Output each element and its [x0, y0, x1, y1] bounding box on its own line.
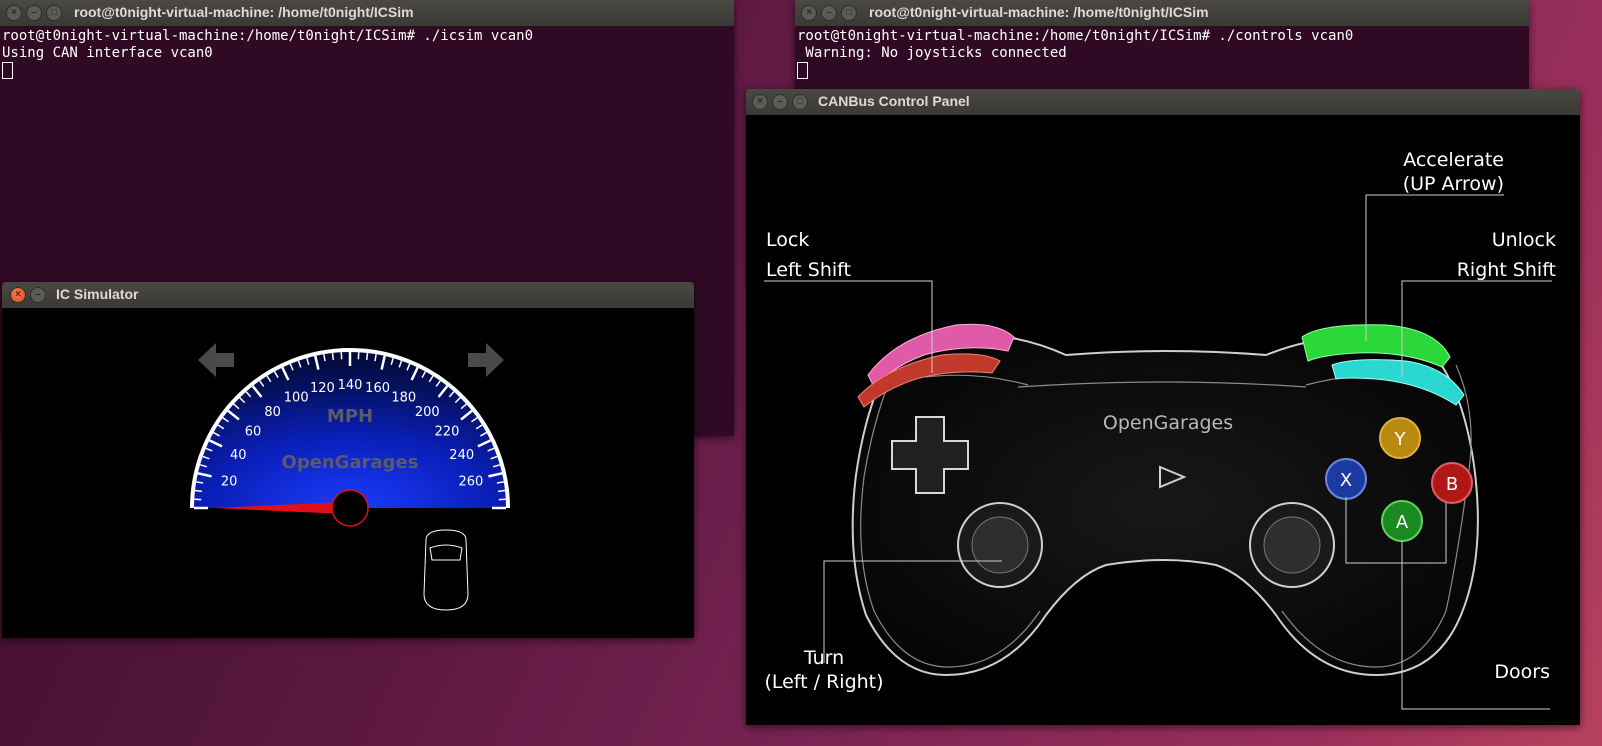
terminal-line: Warning: No joysticks connected: [797, 45, 1067, 61]
gauge-tick-label: 180: [391, 390, 416, 405]
gamepad-illustration: OpenGarages Y X B A: [764, 194, 1552, 710]
window-title: root@t0night-virtual-machine: /home/t0ni…: [869, 4, 1209, 20]
speedometer-gauge: 20406080100120 140 160180200220240260 MPH …: [190, 348, 510, 527]
close-button[interactable]: ×: [6, 5, 22, 21]
accelerate-label: Accelerate: [1403, 149, 1504, 171]
close-button[interactable]: ×: [10, 287, 26, 303]
terminal-line: Using CAN interface vcan0: [2, 45, 213, 61]
terminal-titlebar[interactable]: × – □ root@t0night-virtual-machine: /hom…: [0, 0, 734, 26]
ic-simulator-window[interactable]: × – IC Simulator 20 40 60 80 100 120 140 1: [2, 282, 694, 638]
gauge-tick-label: 240: [449, 448, 474, 463]
button-b-label: B: [1446, 474, 1458, 495]
controller-diagram[interactable]: OpenGarages Y X B A Lock Left Shift Acce…: [746, 115, 1580, 725]
canbus-control-panel-window[interactable]: × – □ CANBus Control Panel OpenGarages Y…: [746, 89, 1580, 725]
unlock-key-label: Right Shift: [1456, 259, 1556, 281]
doors-label: Doors: [1494, 661, 1550, 683]
maximize-button[interactable]: □: [792, 94, 808, 110]
gauge-tick-label: 100: [284, 390, 309, 405]
text-cursor: [797, 62, 808, 79]
maximize-button[interactable]: □: [46, 5, 62, 21]
gauge-tick-label: 260: [458, 474, 483, 489]
gamepad-body: [851, 334, 1479, 676]
left-thumbstick[interactable]: [957, 502, 1043, 588]
instrument-cluster: 20 40 60 80 100 120 140 160 180 200 220 240 260 MPH …: [2, 308, 694, 638]
button-y-label: Y: [1394, 429, 1407, 450]
maximize-button[interactable]: □: [841, 5, 857, 21]
minimize-button[interactable]: –: [30, 287, 46, 303]
turn-key-label: (Left / Right): [764, 671, 884, 693]
needle-hub: [331, 489, 369, 527]
gauge-tick-label: 120: [310, 381, 335, 396]
accelerate-key-label: (UP Arrow): [1402, 173, 1504, 195]
gauge-tick-label: 80: [264, 405, 281, 420]
gauge-tick: [194, 489, 203, 493]
button-a-label: A: [1396, 512, 1409, 533]
terminal-window-controls[interactable]: × – □ root@t0night-virtual-machine: /hom…: [795, 0, 1529, 96]
speedometer-canvas: 20406080100120 140 160180200220240260 MPH …: [190, 343, 510, 611]
unlock-label: Unlock: [1491, 229, 1556, 251]
window-title: root@t0night-virtual-machine: /home/t0ni…: [74, 4, 414, 20]
text-cursor: [2, 62, 13, 79]
face-button-a[interactable]: A: [1381, 500, 1423, 542]
control-panel-titlebar[interactable]: × – □ CANBus Control Panel: [746, 89, 1580, 115]
right-turn-signal-icon: [468, 343, 504, 377]
gauge-tick: [365, 352, 369, 361]
close-button[interactable]: ×: [752, 94, 768, 110]
right-thumbstick[interactable]: [1249, 502, 1335, 588]
lock-key-label: Left Shift: [766, 259, 851, 281]
minimize-button[interactable]: –: [26, 5, 42, 21]
ic-simulator-titlebar[interactable]: × – IC Simulator: [2, 282, 694, 308]
gauge-tick-label: 200: [415, 405, 440, 420]
gauge-tick-label: 160: [365, 381, 390, 396]
gauge-tick-label: 20: [221, 474, 238, 489]
lock-label: Lock: [766, 229, 810, 251]
face-button-y[interactable]: Y: [1379, 417, 1421, 459]
brand-label: OpenGarages: [282, 452, 419, 473]
gauge-tick-label: 140: [338, 378, 363, 393]
terminal-titlebar[interactable]: × – □ root@t0night-virtual-machine: /hom…: [795, 0, 1529, 26]
speed-unit-label: MPH: [327, 406, 373, 427]
gauge-tick-label: 40: [230, 448, 247, 463]
terminal-line: root@t0night-virtual-machine:/home/t0nig…: [2, 28, 534, 44]
turn-label: Turn: [803, 647, 845, 669]
minimize-button[interactable]: –: [772, 94, 788, 110]
close-button[interactable]: ×: [801, 5, 817, 21]
left-turn-signal-icon: [198, 343, 234, 377]
terminal-output[interactable]: root@t0night-virtual-machine:/home/t0nig…: [795, 26, 1529, 96]
button-x-label: X: [1340, 470, 1352, 491]
gauge-tick-label: 220: [435, 425, 460, 440]
car-doors-icon: [423, 529, 469, 611]
window-title: IC Simulator: [56, 286, 139, 302]
face-button-b[interactable]: B: [1431, 462, 1473, 504]
gauge-tick: [331, 352, 335, 361]
gauge-tick-label: 60: [245, 425, 262, 440]
terminal-line: root@t0night-virtual-machine:/home/t0nig…: [797, 28, 1354, 44]
face-button-x[interactable]: X: [1325, 458, 1367, 500]
gauge-tick: [497, 489, 506, 493]
minimize-button[interactable]: –: [821, 5, 837, 21]
controller-brand-label: OpenGarages: [1103, 412, 1233, 434]
window-title: CANBus Control Panel: [818, 93, 970, 109]
